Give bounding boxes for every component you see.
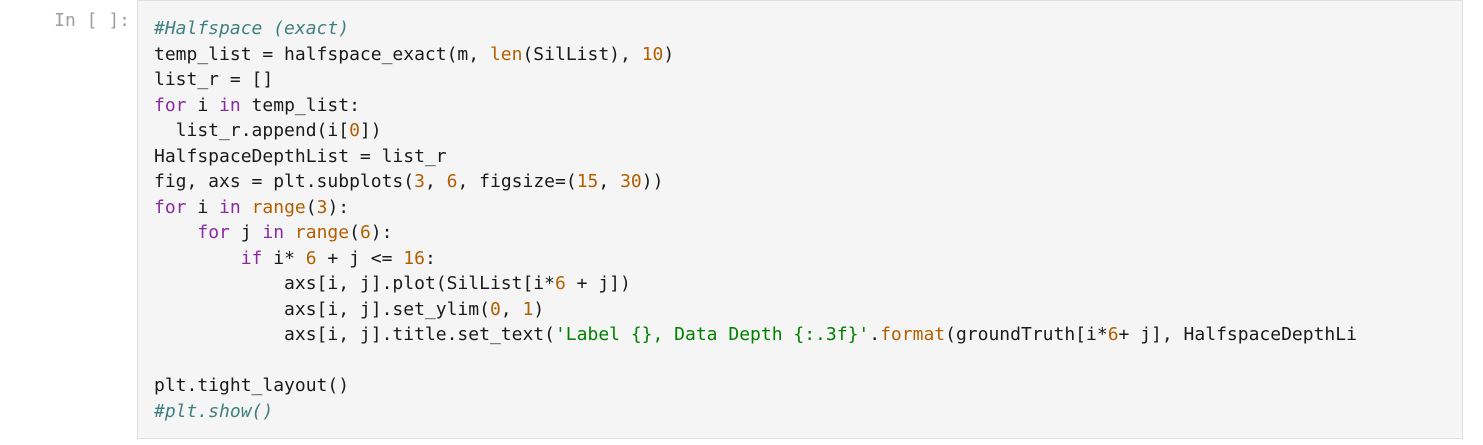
code-line: plt.tight_layout() bbox=[154, 373, 1357, 399]
code-line: if i* 6 + j <= 16: bbox=[154, 246, 1357, 272]
code-token-plain: . bbox=[869, 324, 881, 345]
code-line: for j in range(6): bbox=[154, 220, 1357, 246]
code-token-plain: plt.tight_layout() bbox=[154, 375, 350, 396]
code-token-plain: + j <= bbox=[316, 247, 404, 269]
code-cell[interactable]: In [ ]: #Halfspace (exact) temp_list = ha… bbox=[0, 0, 1483, 445]
code-token-builtin: format bbox=[880, 324, 946, 345]
code-token-builtin: range bbox=[251, 196, 306, 218]
code-line: #Halfspace (exact) bbox=[154, 16, 1357, 42]
code-token-string: 'Label {}, Data Depth {:.3f}' bbox=[554, 324, 870, 345]
code-token-number: 0 bbox=[489, 298, 501, 320]
code-editor[interactable]: #Halfspace (exact) temp_list = halfspace_… bbox=[137, 0, 1463, 439]
code-token-plain: + j]) bbox=[565, 273, 631, 294]
code-token-plain: (SilList), bbox=[522, 43, 642, 65]
code-token-number: 15 bbox=[576, 171, 599, 192]
code-token-plain: , bbox=[598, 171, 621, 192]
code-line: #plt.show() bbox=[154, 399, 1357, 425]
code-token-keyword: for bbox=[154, 94, 187, 116]
code-token-keyword: in bbox=[219, 94, 241, 116]
code-token-plain: : bbox=[424, 247, 436, 269]
code-token-plain: axs[i, j].plot(SilList[i* bbox=[154, 273, 555, 294]
code-line: for i in temp_list: bbox=[154, 93, 1357, 119]
code-token-number: 16 bbox=[403, 247, 425, 269]
code-token-plain: axs[i, j].set_ylim( bbox=[154, 298, 490, 320]
code-token-keyword: for bbox=[197, 222, 230, 243]
code-token-plain: ( bbox=[349, 222, 360, 243]
execution-prompt: In [ ]: bbox=[54, 10, 130, 31]
code-token-number: 6 bbox=[305, 247, 317, 269]
code-token-plain: , bbox=[424, 171, 447, 192]
code-token-plain: , bbox=[500, 298, 523, 320]
code-content[interactable]: #Halfspace (exact) temp_list = halfspace_… bbox=[154, 16, 1357, 424]
code-token-plain: ) bbox=[663, 43, 675, 65]
code-line: axs[i, j].title.set_text('Label {}, Data… bbox=[154, 322, 1357, 348]
code-token-keyword: for bbox=[154, 196, 187, 218]
code-token-plain: i bbox=[186, 196, 220, 218]
code-token-plain: , figsize=( bbox=[457, 171, 577, 192]
code-token-number: 3 bbox=[414, 171, 425, 192]
code-token-plain: ]) bbox=[359, 120, 382, 141]
code-token-plain: j bbox=[229, 222, 263, 243]
code-token-plain: ( bbox=[305, 196, 317, 218]
code-line: temp_list = halfspace_exact(m, len(SilLi… bbox=[154, 42, 1357, 68]
code-token-plain: axs[i, j].title.set_text( bbox=[154, 324, 555, 345]
code-line: fig, axs = plt.subplots(3, 6, figsize=(1… bbox=[154, 169, 1357, 195]
code-token-builtin: range bbox=[294, 222, 350, 243]
code-token-plain: )) bbox=[641, 171, 664, 192]
code-line: for i in range(3): bbox=[154, 195, 1357, 221]
code-token-number: 6 bbox=[446, 171, 458, 192]
code-token-plain: i bbox=[186, 94, 220, 116]
code-token-plain: temp_list = halfspace_exact(m, bbox=[154, 43, 490, 65]
code-token-plain: ): bbox=[327, 196, 350, 218]
code-token-number: 10 bbox=[641, 43, 664, 65]
code-token-plain: temp_list: bbox=[240, 94, 360, 116]
code-token-plain: ): bbox=[370, 222, 393, 243]
code-token-plain: HalfspaceDepthList = list_r bbox=[154, 145, 447, 167]
code-token-number: 6 bbox=[554, 273, 566, 294]
code-token-number: 0 bbox=[349, 120, 360, 141]
code-token-comment: #plt.show() bbox=[154, 400, 274, 422]
code-token-number: 1 bbox=[522, 298, 534, 320]
code-token-keyword: if bbox=[240, 247, 263, 269]
code-token-plain: list_r = [] bbox=[154, 69, 274, 90]
code-token-number: 6 bbox=[359, 222, 371, 243]
code-token-plain: list_r.append(i[ bbox=[154, 120, 350, 141]
code-token-keyword: in bbox=[219, 196, 241, 218]
code-line: list_r = [] bbox=[154, 67, 1357, 93]
code-token-plain: (groundTruth[i* bbox=[945, 324, 1108, 345]
code-token-plain: + j], HalfspaceDepthLi bbox=[1118, 324, 1357, 345]
code-line: HalfspaceDepthList = list_r bbox=[154, 144, 1357, 170]
code-token-plain: i* bbox=[262, 247, 306, 269]
code-line: list_r.append(i[0]) bbox=[154, 118, 1357, 144]
code-token-plain: fig, axs = plt.subplots( bbox=[154, 171, 415, 192]
code-token-plain: ) bbox=[533, 298, 545, 320]
code-line: axs[i, j].plot(SilList[i*6 + j]) bbox=[154, 271, 1357, 297]
code-line: axs[i, j].set_ylim(0, 1) bbox=[154, 297, 1357, 323]
code-token-number: 6 bbox=[1107, 324, 1119, 345]
code-token-builtin: len bbox=[489, 43, 523, 65]
code-token-number: 30 bbox=[620, 171, 642, 192]
code-token-keyword: in bbox=[262, 222, 285, 243]
code-token-comment: #Halfspace (exact) bbox=[154, 18, 350, 39]
code-token-number: 3 bbox=[316, 196, 328, 218]
